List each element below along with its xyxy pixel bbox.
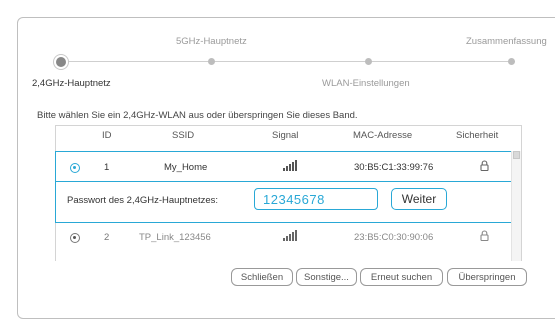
rescan-button[interactable]: Erneut suchen: [360, 268, 443, 286]
password-label: Passwort des 2,4GHz-Hauptnetzes:: [67, 195, 219, 206]
step-dot-2: [208, 58, 215, 65]
instruction-text: Bitte wählen Sie ein 2,4GHz-WLAN aus ode…: [37, 110, 358, 121]
row-divider: [56, 181, 511, 182]
step-dot-1: [56, 57, 66, 67]
step-label-4: Zusammenfassung: [466, 36, 547, 47]
step-label-3: WLAN-Einstellungen: [322, 78, 410, 89]
row-id: 1: [104, 162, 110, 173]
step-label-2: 5GHz-Hauptnetz: [176, 36, 247, 47]
password-input[interactable]: [254, 188, 378, 210]
progress-track: [60, 61, 515, 62]
row-id: 2: [104, 232, 110, 243]
radio-selected-icon[interactable]: [70, 163, 80, 173]
header-mac: MAC-Adresse: [353, 130, 413, 141]
header-security: Sicherheit: [456, 130, 499, 141]
signal-strength-icon: [283, 230, 297, 241]
step-dot-4: [508, 58, 515, 65]
close-button[interactable]: Schließen: [231, 268, 293, 286]
lock-icon: [480, 230, 489, 241]
step-label-1: 2,4GHz-Hauptnetz: [32, 78, 111, 89]
row-ssid: TP_Link_123456: [139, 232, 211, 243]
radio-unselected-icon[interactable]: [70, 233, 80, 243]
header-ssid: SSID: [172, 130, 195, 141]
row-ssid: My_Home: [164, 162, 208, 173]
skip-button[interactable]: Überspringen: [447, 268, 527, 286]
header-signal: Signal: [272, 130, 299, 141]
header-id: ID: [102, 130, 112, 141]
step-dot-3: [365, 58, 372, 65]
row-mac: 30:B5:C1:33:99:76: [354, 162, 434, 173]
table-scrollbar[interactable]: [511, 151, 521, 261]
signal-strength-icon: [283, 160, 297, 171]
lock-icon: [480, 160, 489, 171]
row-mac: 23:B5:C0:30:90:06: [354, 232, 434, 243]
scroll-up-arrow[interactable]: [513, 151, 520, 159]
next-button[interactable]: Weiter: [391, 188, 447, 210]
other-button[interactable]: Sonstige...: [296, 268, 357, 286]
